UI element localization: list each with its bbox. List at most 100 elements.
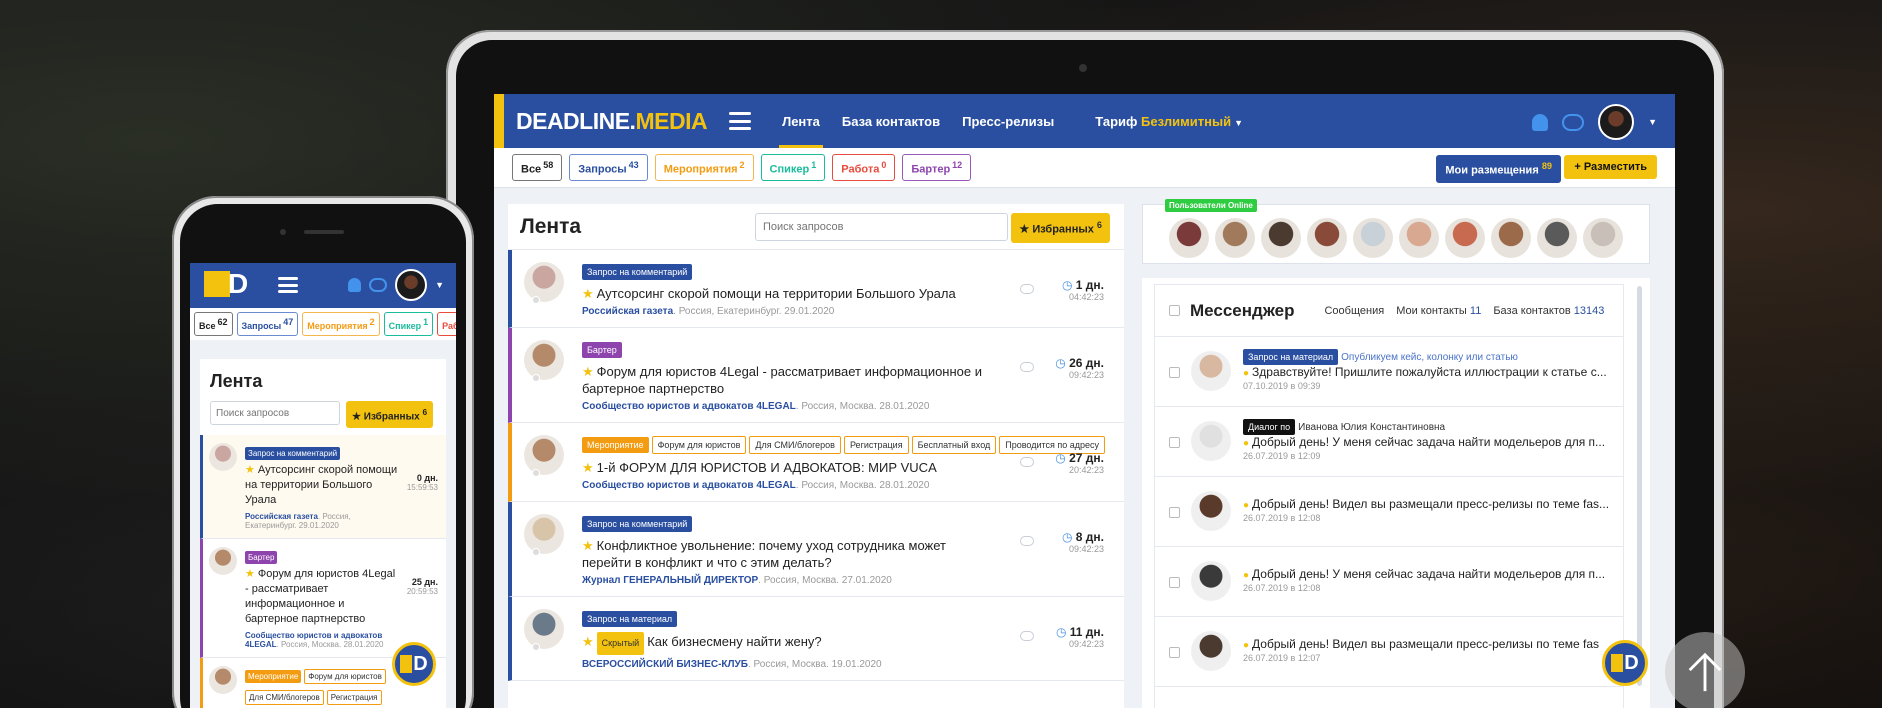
tag-badge[interactable]: Запрос на комментарий bbox=[582, 516, 693, 532]
chat-icon[interactable] bbox=[1020, 536, 1034, 546]
filter-chip-req[interactable]: Запросы 43 bbox=[569, 153, 648, 182]
logo[interactable]: DEADLINE.MEDIA bbox=[516, 108, 708, 135]
fab-logo-button[interactable]: D bbox=[1602, 640, 1648, 686]
tag-badge[interactable]: Бесплатный вход bbox=[911, 436, 997, 454]
chat-icon[interactable] bbox=[369, 278, 388, 292]
avatar[interactable] bbox=[524, 514, 564, 554]
message-row[interactable]: Добрый день! У меня сейчас задача найти … bbox=[1155, 547, 1623, 617]
menu-icon[interactable] bbox=[278, 277, 298, 293]
my-placements-button[interactable]: Мои размещения 89 bbox=[1436, 155, 1561, 183]
filter-chip-all[interactable]: Все 62 bbox=[194, 312, 233, 336]
filter-chip-ev[interactable]: Мероприятия 2 bbox=[302, 312, 380, 336]
online-user-avatar[interactable] bbox=[1169, 218, 1209, 258]
message-checkbox[interactable] bbox=[1169, 577, 1180, 588]
user-avatar[interactable] bbox=[1598, 104, 1635, 140]
filter-chip-job[interactable]: Раб bbox=[437, 312, 456, 336]
chat-icon[interactable] bbox=[1562, 113, 1585, 131]
filter-chip-sp[interactable]: Спикер 1 bbox=[760, 153, 826, 182]
avatar[interactable] bbox=[524, 609, 564, 649]
message-checkbox[interactable] bbox=[1169, 367, 1180, 378]
message-subject[interactable]: Иванова Юлия Константиновна bbox=[1298, 422, 1445, 433]
online-user-avatar[interactable] bbox=[1399, 218, 1439, 258]
bell-icon[interactable] bbox=[1532, 113, 1549, 131]
phone-search-input[interactable] bbox=[210, 401, 340, 425]
tag-badge[interactable]: Мероприятие bbox=[582, 437, 649, 453]
online-user-avatar[interactable] bbox=[1353, 218, 1393, 258]
tag-badge[interactable]: Бартер bbox=[582, 342, 622, 358]
filter-chip-job[interactable]: Работа 0 bbox=[832, 153, 896, 182]
phone-logo[interactable]: D bbox=[204, 270, 248, 298]
tag-badge[interactable]: Регистрация bbox=[326, 690, 382, 705]
item-title[interactable]: ★ Форум для юристов 4Legal - рассматривае… bbox=[582, 363, 992, 397]
star-icon[interactable]: ★ bbox=[582, 538, 594, 553]
scroll-up-button[interactable] bbox=[1665, 632, 1745, 708]
messenger-tab[interactable]: Сообщения bbox=[1324, 305, 1384, 317]
messenger-tab[interactable]: Мои контакты 11 bbox=[1396, 305, 1481, 317]
chat-icon[interactable] bbox=[1020, 457, 1034, 467]
chat-icon[interactable] bbox=[1020, 362, 1034, 372]
avatar[interactable] bbox=[524, 340, 564, 380]
nav-feed[interactable]: Лента bbox=[771, 94, 831, 148]
filter-chip-all[interactable]: Все 58 bbox=[512, 153, 563, 182]
tag-badge[interactable]: Запрос на комментарий bbox=[245, 447, 341, 460]
message-checkbox[interactable] bbox=[1169, 647, 1180, 658]
phone-feed-item[interactable]: Запрос на комментарий ★ Аутсорсинг скорой … bbox=[200, 435, 446, 539]
tag-badge[interactable]: Мероприятие bbox=[245, 670, 302, 683]
tag-badge[interactable]: Бартер bbox=[245, 551, 278, 564]
phone-fab-button[interactable]: D bbox=[392, 642, 436, 686]
online-user-avatar[interactable] bbox=[1215, 218, 1255, 258]
source-name[interactable]: Российская газета bbox=[245, 512, 318, 521]
feed-item[interactable]: Мероприятие Форум для юристов Для СМИ/блог… bbox=[508, 423, 1124, 502]
tag-badge[interactable]: Регистрация bbox=[843, 436, 909, 454]
star-icon[interactable]: ★ bbox=[245, 568, 255, 580]
message-checkbox[interactable] bbox=[1169, 437, 1180, 448]
phone-feed-item[interactable]: Бартер ★ Форум для юристов 4Legal - рассма… bbox=[200, 539, 446, 658]
place-button[interactable]: + Разместить bbox=[1564, 155, 1657, 179]
source-name[interactable]: Российская газета bbox=[582, 306, 673, 317]
phone-favorites-button[interactable]: ★ Избранных 6 bbox=[346, 401, 434, 429]
message-avatar[interactable] bbox=[1191, 491, 1231, 531]
tariff-dropdown[interactable]: Тариф Безлимитный ▼ bbox=[1095, 114, 1243, 129]
avatar[interactable] bbox=[209, 547, 237, 575]
online-user-avatar[interactable] bbox=[1261, 218, 1301, 258]
menu-icon[interactable] bbox=[729, 112, 752, 130]
message-checkbox[interactable] bbox=[1169, 507, 1180, 518]
message-subject[interactable]: Опубликуем кейс, колонку или статью bbox=[1341, 352, 1518, 363]
avatar[interactable] bbox=[209, 443, 237, 471]
star-icon[interactable]: ★ bbox=[582, 286, 594, 301]
star-icon[interactable]: ★ bbox=[582, 634, 594, 649]
feed-item[interactable]: Запрос на материал ★ Скрытый Как бизнесмену… bbox=[508, 597, 1124, 681]
avatar[interactable] bbox=[524, 262, 564, 302]
source-name[interactable]: Журнал ГЕНЕРАЛЬНЫЙ ДИРЕКТОР bbox=[582, 575, 758, 586]
nav-press-releases[interactable]: Пресс-релизы bbox=[951, 94, 1065, 148]
item-title[interactable]: ★ Скрытый Как бизнесмену найти жену? bbox=[582, 632, 992, 655]
tag-badge[interactable]: Для СМИ/блогеров bbox=[245, 690, 324, 705]
feed-item[interactable]: Запрос на комментарий ★ Конфликтное увольн… bbox=[508, 502, 1124, 597]
message-avatar[interactable] bbox=[1191, 561, 1231, 601]
chat-icon[interactable] bbox=[1020, 284, 1034, 294]
search-input[interactable] bbox=[755, 213, 1008, 241]
avatar[interactable] bbox=[524, 435, 564, 475]
filter-chip-bar[interactable]: Бартер 12 bbox=[902, 153, 972, 182]
feed-item[interactable]: Бартер ★ Форум для юристов 4Legal - рассма… bbox=[508, 328, 1124, 423]
online-user-avatar[interactable] bbox=[1307, 218, 1347, 258]
message-row[interactable]: Добрый день! Видел вы размещали пресс-ре… bbox=[1155, 617, 1623, 687]
favorites-button[interactable]: ★ Избранных 6 bbox=[1011, 213, 1110, 243]
bell-icon[interactable] bbox=[348, 278, 362, 292]
message-avatar[interactable] bbox=[1191, 351, 1231, 391]
user-avatar[interactable] bbox=[395, 269, 428, 301]
online-user-avatar[interactable] bbox=[1445, 218, 1485, 258]
item-title[interactable]: ★ 1-й ФОРУМ ДЛЯ ЮРИСТОВ И АДВОКАТОВ: МИР … bbox=[582, 459, 992, 476]
source-name[interactable]: Сообщество юристов и адвокатов 4LEGAL bbox=[582, 480, 796, 491]
item-title[interactable]: ★ Форум для юристов 4Legal - рассматривае… bbox=[245, 567, 400, 627]
source-name[interactable]: Сообщество юристов и адвокатов 4LEGAL bbox=[582, 401, 796, 412]
item-title[interactable]: ★ Аутсорсинг скорой помощи на территории … bbox=[245, 463, 400, 508]
tag-badge[interactable]: Запрос на материал bbox=[582, 611, 678, 627]
source-name[interactable]: ВСЕРОССИЙСКИЙ БИЗНЕС-КЛУБ bbox=[582, 659, 748, 670]
online-user-avatar[interactable] bbox=[1491, 218, 1531, 258]
item-title[interactable]: ★ Аутсорсинг скорой помощи на территории … bbox=[582, 285, 992, 302]
tag-badge[interactable]: Форум для юристов bbox=[651, 436, 747, 454]
tag-badge[interactable]: Для СМИ/блогеров bbox=[749, 436, 841, 454]
scrollbar[interactable] bbox=[1637, 286, 1642, 686]
select-all-checkbox[interactable] bbox=[1169, 305, 1180, 316]
